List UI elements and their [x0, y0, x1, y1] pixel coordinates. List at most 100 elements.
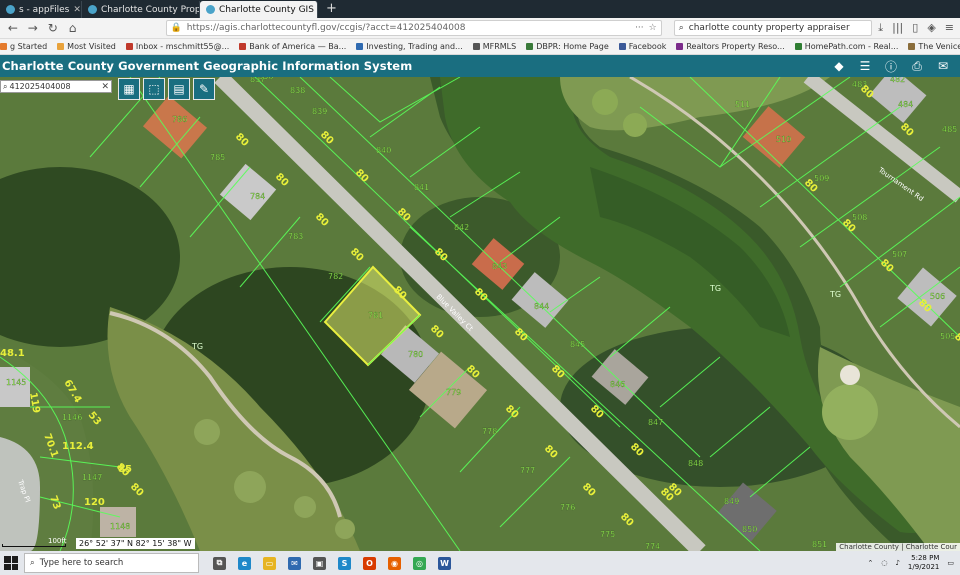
bookmark-favicon-icon [472, 43, 480, 50]
home-icon[interactable]: ⌂ [66, 21, 80, 35]
office-icon[interactable]: O [363, 556, 376, 570]
bookmark-item[interactable]: MFRMLS [472, 42, 517, 51]
tab-charlotte-gis[interactable]: Charlotte County GIS ✕ [200, 1, 318, 18]
word-icon[interactable]: W [438, 556, 451, 570]
taskbar-search-placeholder: Type here to search [39, 558, 124, 568]
info-icon[interactable]: ⓘ [884, 59, 898, 74]
parcel-number-label: 507 [892, 250, 907, 259]
forward-icon[interactable]: → [26, 21, 40, 35]
parcel-number-label: 781 [368, 311, 383, 320]
bookmark-item[interactable]: Bank of America — Ba... [239, 42, 346, 51]
parcel-number-label: 777 [520, 466, 535, 475]
bookmark-item[interactable]: HomePath.com - Real... [794, 42, 899, 51]
network-icon[interactable]: ◌ [881, 559, 887, 567]
parcel-number-label: 1145 [6, 378, 26, 387]
shield-icon[interactable]: ◈ [927, 21, 935, 35]
page-actions-icon[interactable]: ··· [635, 23, 644, 33]
chrome-icon[interactable]: ◎ [413, 556, 426, 570]
bookmark-item[interactable]: The Venice Auction C... [908, 42, 960, 51]
print-icon[interactable]: ⎙ [910, 59, 924, 73]
golf-green [234, 471, 266, 503]
parcel-number-label: 784 [250, 192, 265, 201]
bookmark-item[interactable]: Investing, Trading and... [356, 42, 463, 51]
parcel-number-label: 1147 [82, 473, 102, 482]
store-icon[interactable]: ▣ [313, 556, 326, 570]
parcel-number-label: 849 [724, 497, 739, 506]
bookmark-item[interactable]: Most Visited [57, 42, 116, 51]
tab-property-appraiser[interactable]: Charlotte County Property App ✕ [82, 1, 200, 18]
golf-green [822, 384, 878, 440]
parcel-number-label: 775 [600, 530, 615, 539]
parcel-number-label: 840 [376, 146, 391, 155]
tab-title: s - appFiles [19, 4, 70, 15]
chevron-up-icon[interactable]: ⌃ [867, 559, 873, 567]
system-tray: ⌃ ◌ ♪ 5:28 PM 1/9/2021 ▭ [867, 554, 960, 572]
golf-green [194, 419, 220, 445]
tab-favicon-icon [206, 5, 215, 14]
basemap-grid-icon[interactable]: ▦ [118, 78, 140, 100]
bookmark-favicon-icon [125, 43, 133, 50]
bookmark-item[interactable]: g Started [0, 42, 47, 51]
parcel-search-value: 412025404008 [9, 82, 71, 91]
tab-close-icon[interactable]: ✕ [73, 5, 81, 15]
tab-appfiles[interactable]: s - appFiles ✕ [0, 1, 82, 18]
bookmark-item[interactable]: Facebook [618, 42, 667, 51]
map-view[interactable]: 8368378388398408418428438448458468478488… [0, 77, 960, 551]
firefox-icon[interactable]: ◉ [388, 556, 401, 570]
parcel-number-label: 778 [482, 427, 497, 436]
bookmark-label: Facebook [628, 42, 667, 51]
parcel-number-label: 1146 [62, 413, 82, 422]
file-explorer-icon[interactable]: ▭ [263, 556, 276, 570]
bookmark-label: HomePath.com - Real... [804, 42, 899, 51]
bookmark-label: MFRMLS [482, 42, 517, 51]
parcel-number-label: 484 [898, 100, 913, 109]
parcel-number-label: 838 [290, 86, 305, 95]
taskbar-search-field[interactable]: ⌕ Type here to search [24, 553, 199, 573]
bookmark-label: Realtors Property Reso... [686, 42, 785, 51]
bookmark-item[interactable]: DBPR: Home Page [526, 42, 609, 51]
bookmark-favicon-icon [676, 43, 684, 50]
new-tab-button[interactable]: + [318, 1, 345, 18]
clear-search-icon[interactable]: ✕ [101, 82, 109, 92]
layers-icon[interactable]: ◆ [832, 59, 846, 73]
clock[interactable]: 5:28 PM 1/9/2021 [908, 554, 939, 572]
list-icon[interactable]: ☰ [858, 59, 872, 73]
parcel-number-label: 1148 [110, 522, 130, 531]
windows-start-icon[interactable] [3, 555, 19, 571]
bookmark-label: Bank of America — Ba... [249, 42, 347, 51]
address-bar[interactable]: 🔒 https://agis.charlottecountyfl.gov/ccg… [165, 20, 662, 36]
bookmark-item[interactable]: Realtors Property Reso... [676, 42, 785, 51]
reload-icon[interactable]: ↻ [46, 21, 60, 35]
mail-icon[interactable]: ✉ [288, 556, 301, 570]
parcel-number-label: 485 [942, 125, 957, 134]
bookmark-star-icon[interactable]: ☆ [649, 23, 657, 33]
bookmark-item[interactable]: Inbox - mschmitt55@... [125, 42, 229, 51]
notification-icon[interactable]: ▭ [947, 559, 954, 567]
notes-icon[interactable]: ▤ [168, 78, 190, 100]
library-icon[interactable]: ||| [892, 21, 903, 35]
parcel-number-label: 506 [930, 292, 945, 301]
edge-icon[interactable]: e [238, 556, 251, 570]
parcel-number-label: 776 [560, 503, 575, 512]
volume-icon[interactable]: ♪ [895, 559, 899, 567]
parcel-search-input[interactable]: ⌕ 412025404008 ✕ [0, 80, 112, 93]
pencil-icon[interactable]: ✎ [193, 78, 215, 100]
browser-search-field[interactable]: ⌕ charlotte county property appraiser [673, 20, 873, 36]
skype-icon[interactable]: S [338, 556, 351, 570]
dimension-label: 120 [84, 497, 105, 508]
parcel-number-label: 845 [570, 340, 585, 349]
email-icon[interactable]: ✉ [936, 59, 950, 73]
bookmark-label: g Started [10, 42, 48, 51]
back-icon[interactable]: ← [6, 21, 20, 35]
bookmark-label: Investing, Trading and... [366, 42, 463, 51]
task-view-icon[interactable]: ⧉ [213, 556, 226, 570]
dimension-label: 48.1 [0, 348, 25, 359]
sidebar-icon[interactable]: ▯ [912, 21, 918, 35]
parcel-number-label: 780 [408, 350, 423, 359]
parcel-number-label: 510 [776, 135, 791, 144]
bookmark-favicon-icon [57, 43, 65, 50]
menu-icon[interactable]: ≡ [945, 21, 954, 35]
download-icon[interactable]: ⤓ [878, 21, 883, 35]
select-extent-icon[interactable]: ⬚ [143, 78, 165, 100]
aerial-map: 8368378388398408418428438448458468478488… [0, 77, 960, 551]
